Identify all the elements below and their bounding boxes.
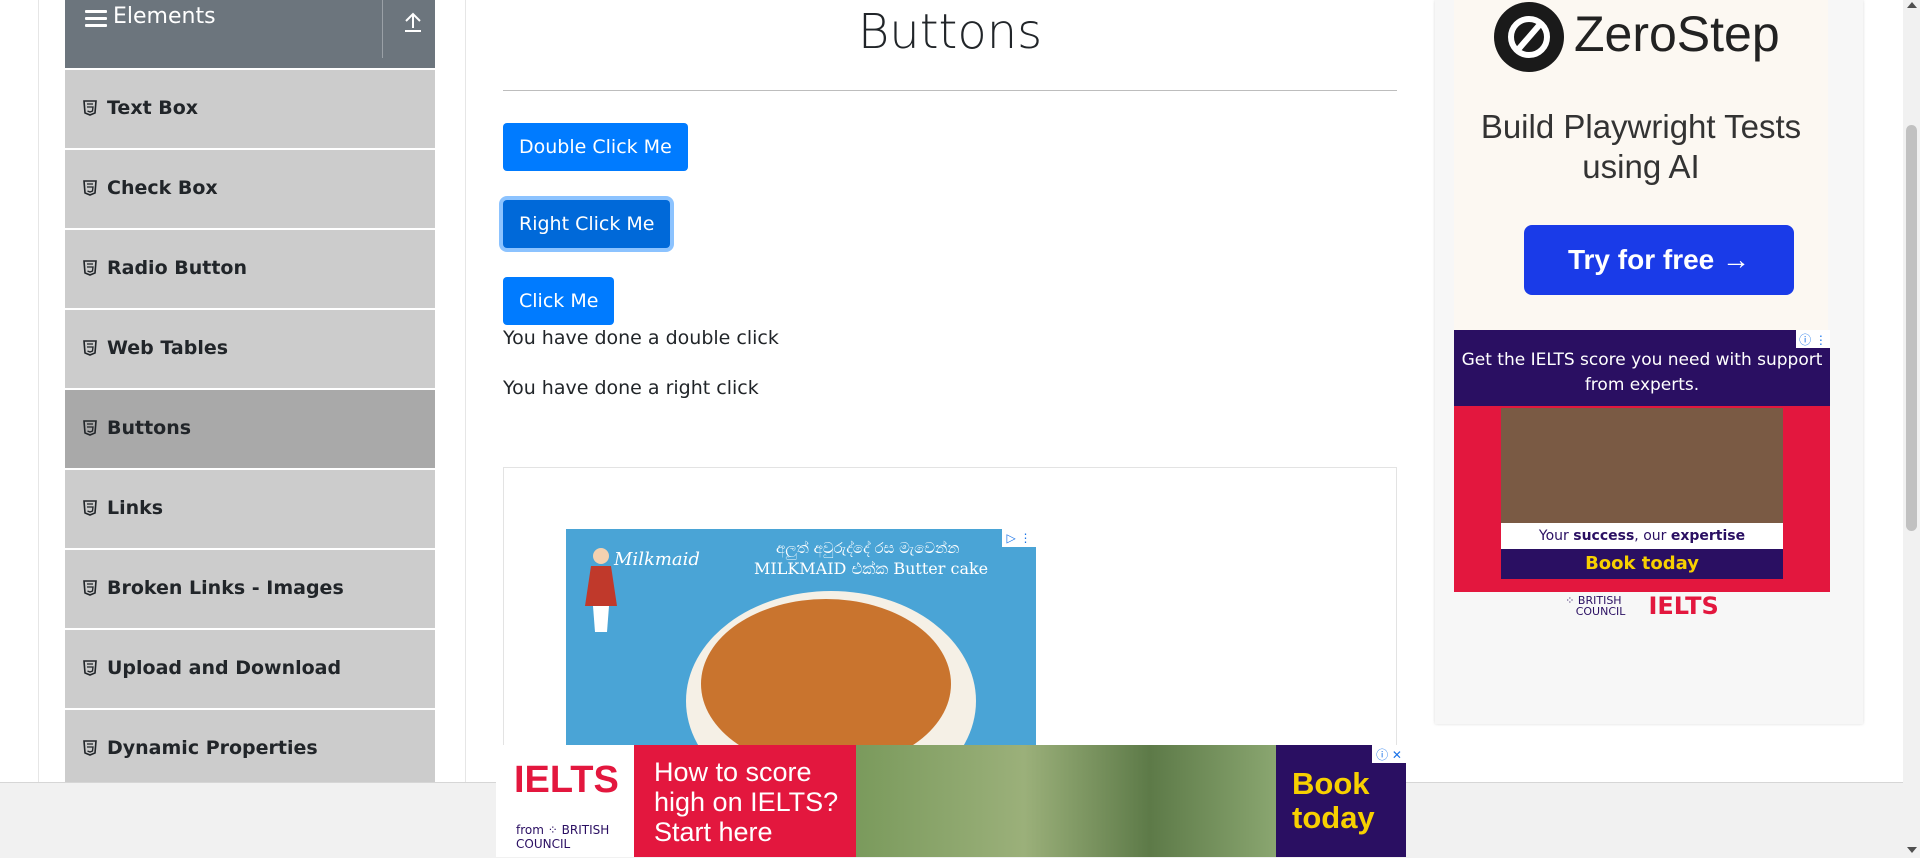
html5-icon <box>83 420 97 436</box>
ielts-side-footer: ⁘ BRITISH COUNCIL IELTS <box>1454 592 1830 648</box>
html5-icon <box>83 580 97 596</box>
html5-icon <box>83 260 97 276</box>
ielts-logo: IELTS <box>1648 592 1719 620</box>
sidebar-item-label: Web Tables <box>107 337 229 359</box>
zerostep-tagline: Build Playwright Tests using AI <box>1480 108 1802 185</box>
right-ad-column: ZeroStep Build Playwright Tests using AI… <box>1435 0 1863 724</box>
ielts-bottom-logo: IELTS from ⁘ BRITISH COUNCIL <box>496 745 634 857</box>
tagline-bold-2: expertise <box>1670 528 1746 544</box>
page-title: Buttons <box>857 4 1043 60</box>
tagline-text-2: , our <box>1634 528 1671 544</box>
scroll-down-arrow-icon[interactable] <box>1907 847 1917 853</box>
sidebar-item-upload-download[interactable]: Upload and Download <box>65 630 435 708</box>
header-divider <box>382 0 383 58</box>
ielts-side-book-today[interactable]: Book today <box>1501 549 1783 579</box>
scrollbar-thumb[interactable] <box>1906 125 1917 531</box>
sidebar-item-check-box[interactable]: Check Box <box>65 150 435 228</box>
elements-group-header[interactable]: Elements <box>65 0 435 68</box>
ielts-side-headline: Get the IELTS score you need with suppor… <box>1454 330 1830 406</box>
click-me-button[interactable]: Click Me <box>503 277 615 325</box>
ielts-side-tagline: Your success, our expertise <box>1501 523 1783 549</box>
ielts-bottom-from: from ⁘ BRITISH COUNCIL <box>516 823 610 851</box>
zerostep-ad[interactable]: ZeroStep Build Playwright Tests using AI… <box>1454 0 1828 330</box>
zerostep-logo-icon <box>1494 2 1564 72</box>
zerostep-brand: ZeroStep <box>1574 6 1780 62</box>
collapse-up-icon[interactable] <box>401 10 425 34</box>
from-label: from <box>516 823 544 837</box>
milkmaid-ad[interactable]: Milkmaid අලුත් අවුරුද්දේ රස මැවෙන්න MILK… <box>566 529 1036 759</box>
ielts-bottom-ad[interactable]: IELTS from ⁘ BRITISH COUNCIL How to scor… <box>496 745 1406 857</box>
sidebar-item-label: Links <box>107 497 164 519</box>
sidebar-item-label: Dynamic Properties <box>107 737 318 759</box>
sidebar-item-broken-links[interactable]: Broken Links - Images <box>65 550 435 628</box>
html5-icon <box>83 340 97 356</box>
sidebar-item-buttons[interactable]: Buttons <box>65 390 435 468</box>
sidebar-item-label: Radio Button <box>107 257 247 279</box>
adchoices-icon[interactable]: ▷ ⋮ <box>1002 529 1036 547</box>
html5-icon <box>83 660 97 676</box>
right-click-message: You have done a right click <box>503 377 759 399</box>
ad-close-icon[interactable]: ⓘ ✕ <box>1372 745 1406 763</box>
html5-icon <box>83 180 97 196</box>
british-council-logo: ⁘ BRITISH COUNCIL <box>1565 594 1626 618</box>
double-click-button[interactable]: Double Click Me <box>503 123 688 171</box>
ielts-bottom-brand: IELTS <box>514 759 619 801</box>
html5-icon <box>83 500 97 516</box>
html5-icon <box>83 100 97 116</box>
student-photo <box>1501 408 1783 523</box>
inline-ad-container: Milkmaid අලුත් අවුරුද්දේ රස මැවෙන්න MILK… <box>503 467 1397 789</box>
sidebar-item-label: Text Box <box>107 97 199 119</box>
sidebar-item-label: Buttons <box>107 417 192 439</box>
milkmaid-headline-en: MILKMAID එක්ක Butter cake <box>754 559 989 578</box>
tagline-text-1: Your <box>1538 528 1574 544</box>
sidebar-item-web-tables[interactable]: Web Tables <box>65 310 435 388</box>
milkmaid-logo: Milkmaid <box>614 549 700 570</box>
double-click-message: You have done a double click <box>503 327 779 349</box>
sidebar-item-radio-button[interactable]: Radio Button <box>65 230 435 308</box>
sidebar-item-label: Upload and Download <box>107 657 342 679</box>
hamburger-icon <box>85 10 107 30</box>
council-line-2: COUNCIL <box>1575 605 1626 618</box>
sidebar: Elements Text Box Check Box Radio Button… <box>65 0 435 782</box>
try-for-free-button[interactable]: Try for free → <box>1524 225 1794 295</box>
right-click-button[interactable]: Right Click Me <box>503 200 671 248</box>
sidebar-item-links[interactable]: Links <box>65 470 435 548</box>
sidebar-item-label: Broken Links - Images <box>107 577 344 599</box>
students-photo <box>856 745 1276 857</box>
sidebar-item-dynamic-properties[interactable]: Dynamic Properties <box>65 710 435 782</box>
sidebar-border <box>465 0 466 782</box>
ielts-bottom-headline: How to score high on IELTS? Start here <box>634 745 856 857</box>
left-container-border <box>38 0 39 782</box>
sidebar-item-label: Check Box <box>107 177 218 199</box>
html5-icon <box>83 740 97 756</box>
tagline-bold-1: success <box>1573 528 1635 544</box>
adchoices-icon[interactable]: ⓘ ⋮ <box>1796 330 1830 348</box>
milkmaid-headline-si: අලුත් අවුරුද්දේ රස මැවෙන්න <box>776 539 960 557</box>
title-divider <box>503 90 1397 91</box>
scroll-up-arrow-icon[interactable] <box>1907 2 1917 8</box>
butter-cake-image <box>701 599 951 759</box>
group-title: Elements <box>113 4 216 29</box>
ielts-side-ad[interactable]: Get the IELTS score you need with suppor… <box>1454 330 1830 592</box>
sidebar-item-text-box[interactable]: Text Box <box>65 70 435 148</box>
